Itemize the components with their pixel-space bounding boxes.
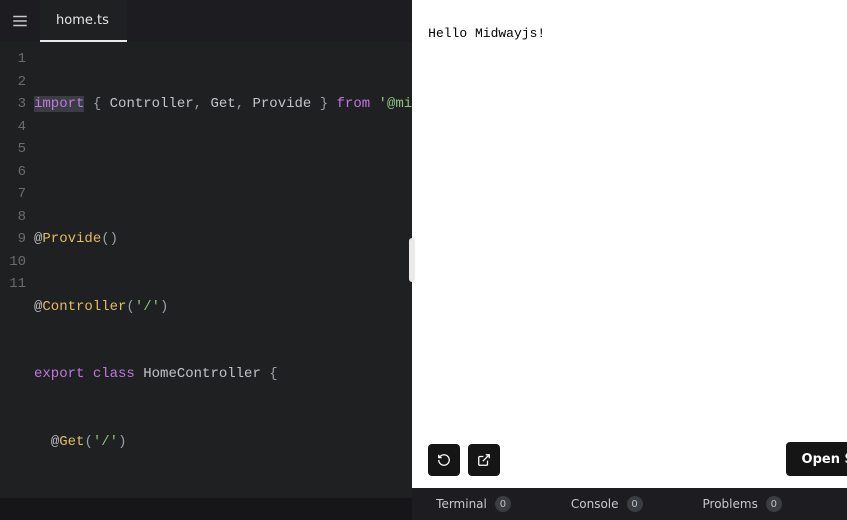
refresh-button[interactable] [428,444,460,476]
editor-header: home.ts [0,0,412,42]
tab-terminal-label: Terminal [436,497,487,511]
tab-console-count: 0 [627,496,643,512]
menu-icon[interactable] [0,0,40,42]
preview-output: Hello Midwayjs! [428,26,545,41]
open-new-window-button[interactable] [468,444,500,476]
tab-problems[interactable]: Problems 0 [703,496,782,512]
tab-problems-count: 0 [766,496,782,512]
tab-home-ts[interactable]: home.ts [40,0,127,42]
tab-terminal-count: 0 [495,496,511,512]
code-area[interactable]: 123 456 789 1011 import { Controller, Ge… [0,42,412,520]
tab-console-label: Console [571,497,619,511]
preview-body: Hello Midwayjs! [412,0,847,488]
open-sandbox-label: Open Sandbox [802,452,847,467]
editor-panel: home.ts 123 456 789 1011 import { Contro… [0,0,412,520]
code-body[interactable]: import { Controller, Get, Provide } from… [34,48,412,520]
panel-resize-handle[interactable] [409,238,415,282]
tab-problems-label: Problems [703,497,758,511]
bottom-tabs: Terminal 0 Console 0 Problems 0 [412,488,847,520]
open-sandbox-button[interactable]: Open Sandbox [786,442,847,476]
tab-label: home.ts [56,13,109,28]
tab-console[interactable]: Console 0 [571,496,643,512]
status-bar [0,498,412,520]
tab-terminal[interactable]: Terminal 0 [436,496,511,512]
line-gutter: 123 456 789 1011 [0,48,34,520]
preview-panel: Hello Midwayjs! Open Sandbox Terminal 0 … [412,0,847,520]
